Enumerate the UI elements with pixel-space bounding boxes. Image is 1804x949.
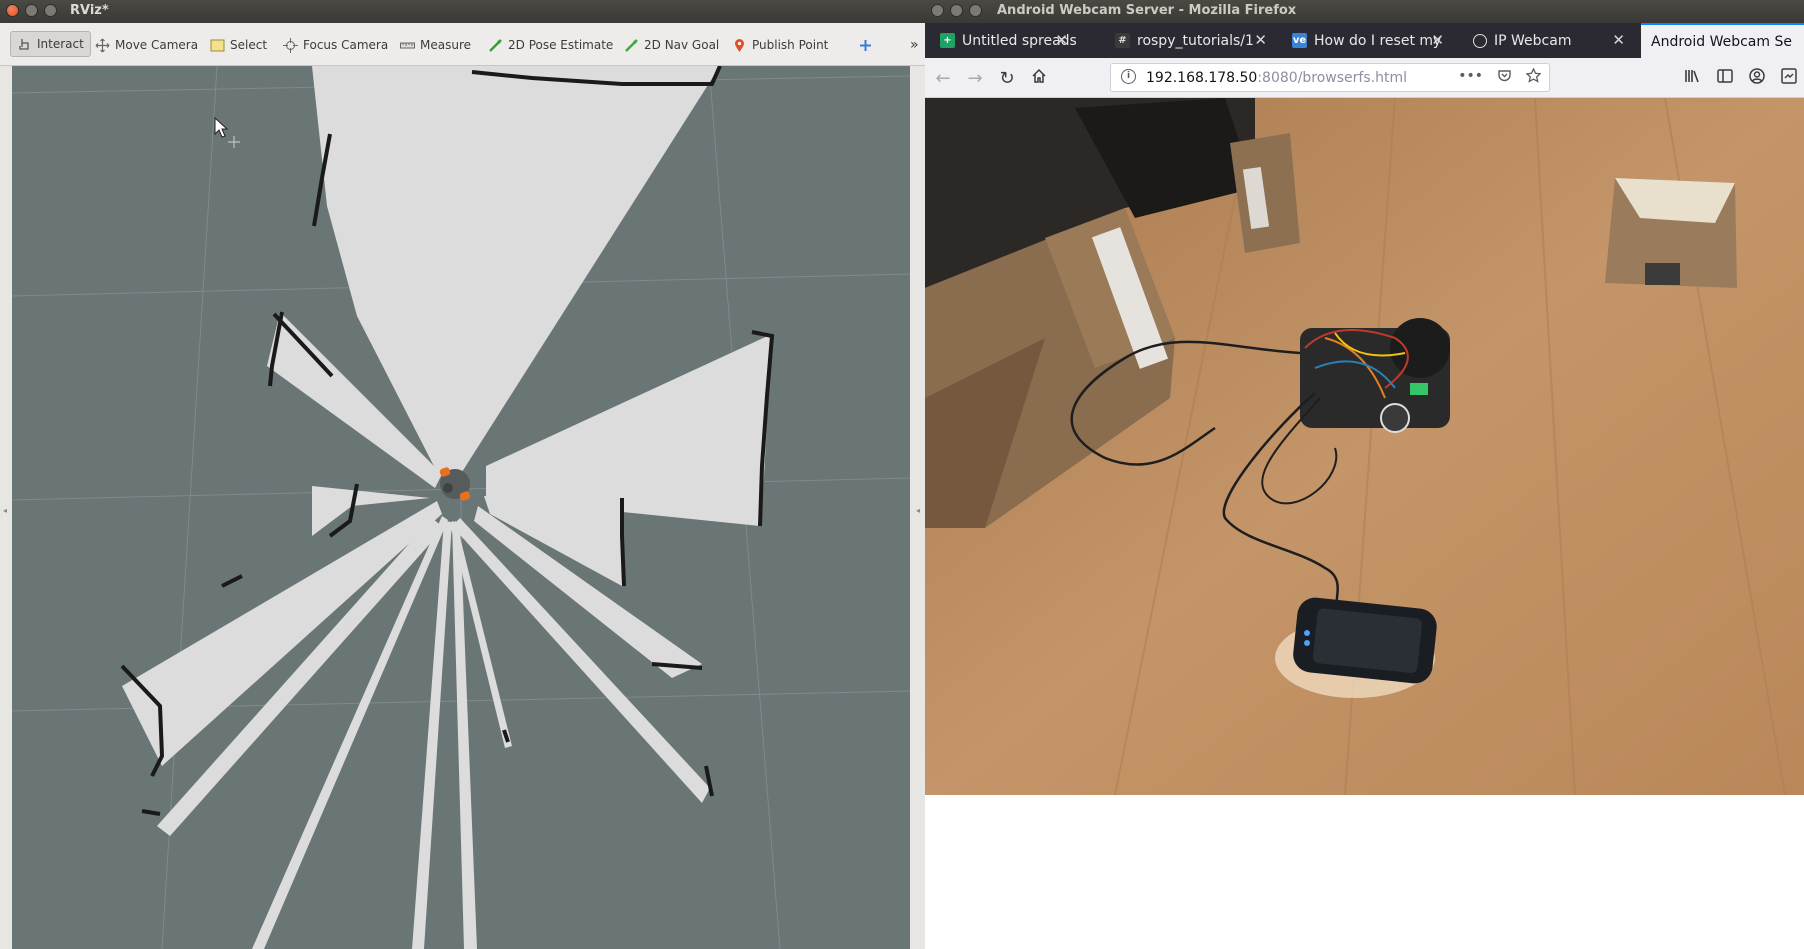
sidebar-icon[interactable] xyxy=(1716,67,1734,85)
close-tab-icon[interactable]: ✕ xyxy=(1431,31,1444,49)
pocket-icon[interactable] xyxy=(1497,68,1512,87)
toolbar-overflow-button[interactable]: » xyxy=(910,33,919,57)
home-icon xyxy=(1031,68,1047,89)
interact-tool-button[interactable]: Interact xyxy=(10,31,91,57)
select-tool-label: Select xyxy=(230,38,268,52)
screenshot-icon[interactable] xyxy=(1780,67,1798,85)
close-tab-icon[interactable]: ✕ xyxy=(1254,31,1267,49)
mouse-cursor-icon xyxy=(214,116,240,148)
publish-point-tool-button[interactable]: Publish Point xyxy=(732,33,828,57)
close-tab-icon[interactable]: ✕ xyxy=(1612,31,1625,49)
maximize-window-button[interactable] xyxy=(44,4,57,17)
ve-icon: ve xyxy=(1292,33,1307,48)
page-actions-button[interactable]: ••• xyxy=(1458,68,1483,87)
pose-estimate-tool-button[interactable]: 2D Pose Estimate xyxy=(488,33,613,57)
back-button[interactable]: ← xyxy=(931,66,955,90)
pose-estimate-icon xyxy=(488,38,503,53)
arrow-left-icon: ← xyxy=(935,67,951,89)
pose-estimate-tool-label: 2D Pose Estimate xyxy=(508,38,614,52)
move-camera-icon xyxy=(95,38,110,53)
firefox-window-title: Android Webcam Server - Mozilla Firefox xyxy=(997,3,1297,18)
tab-untitled-spreadsheet[interactable]: + Untitled spreadsh ✕ xyxy=(930,23,1076,58)
webcam-icon xyxy=(1473,33,1487,48)
close-window-button[interactable] xyxy=(6,4,19,17)
firefox-titlebar: Android Webcam Server - Mozilla Firefox xyxy=(925,0,1804,23)
webcam-scene xyxy=(925,98,1804,795)
url-text: 192.168.178.50:8080/browserfs.html xyxy=(1146,70,1407,86)
firefox-window: Android Webcam Server - Mozilla Firefox … xyxy=(925,0,1804,949)
rviz-3d-viewport[interactable] xyxy=(12,66,910,949)
add-tool-button[interactable] xyxy=(858,33,873,57)
tab-rospy-tutorials[interactable]: # rospy_tutorials/1 ✕ xyxy=(1105,23,1275,58)
rviz-titlebar: RViz* xyxy=(0,0,925,23)
maximize-window-button[interactable] xyxy=(969,4,982,17)
sheets-icon: + xyxy=(940,33,955,48)
measure-tool-label: Measure xyxy=(420,38,471,52)
nav-goal-tool-button[interactable]: 2D Nav Goal xyxy=(624,33,719,57)
interact-tool-label: Interact xyxy=(37,37,84,51)
chevron-right-icon: ◂ xyxy=(916,506,921,515)
tab-ip-webcam[interactable]: IP Webcam ✕ xyxy=(1463,23,1633,58)
home-button[interactable] xyxy=(1027,66,1051,90)
reload-icon: ↻ xyxy=(999,67,1015,89)
publish-point-icon xyxy=(732,38,747,53)
publish-point-tool-label: Publish Point xyxy=(752,38,829,52)
select-icon xyxy=(210,38,225,53)
url-path: :8080/browserfs.html xyxy=(1257,70,1407,86)
focus-camera-tool-label: Focus Camera xyxy=(303,38,389,52)
github-grid-icon: # xyxy=(1115,33,1130,48)
minimize-window-button[interactable] xyxy=(950,4,963,17)
plus-icon xyxy=(858,38,873,53)
measure-tool-button[interactable]: Measure xyxy=(400,33,471,57)
account-icon[interactable] xyxy=(1748,67,1766,85)
forward-button[interactable]: → xyxy=(963,66,987,90)
measure-icon xyxy=(400,38,415,53)
close-tab-icon[interactable]: ✕ xyxy=(1055,31,1068,49)
rviz-window: RViz* Interact Move Camera Select Focus … xyxy=(0,0,925,949)
occupancy-map xyxy=(12,66,910,949)
webcam-stream-image xyxy=(925,98,1804,795)
bookmark-star-icon[interactable] xyxy=(1525,67,1542,87)
tab-title: How do I reset my xyxy=(1314,32,1442,49)
free-space xyxy=(122,66,772,949)
nav-goal-icon xyxy=(624,38,639,53)
arrow-right-icon: → xyxy=(967,67,983,89)
close-window-button[interactable] xyxy=(931,4,944,17)
tab-android-webcam-server[interactable]: Android Webcam Se xyxy=(1641,23,1804,58)
tab-strip: + Untitled spreadsh ✕ # rospy_tutorials/… xyxy=(925,23,1804,58)
rviz-window-title: RViz* xyxy=(70,3,109,18)
power-bank-photo xyxy=(1275,597,1437,698)
chevron-left-icon: ◂ xyxy=(3,506,8,515)
robot-photo xyxy=(1300,318,1450,433)
url-bar[interactable]: i 192.168.178.50:8080/browserfs.html ••• xyxy=(1110,63,1550,92)
tab-title: IP Webcam xyxy=(1494,32,1572,49)
move-camera-tool-label: Move Camera xyxy=(115,38,199,52)
nav-goal-tool-label: 2D Nav Goal xyxy=(644,38,720,52)
robot-model xyxy=(439,467,471,501)
tab-title: Android Webcam Se xyxy=(1651,33,1792,50)
reload-button[interactable]: ↻ xyxy=(995,66,1019,90)
select-tool-button[interactable]: Select xyxy=(210,33,267,57)
navigation-bar: ← → ↻ i 192.168.178.50:8080/browserfs.ht… xyxy=(925,58,1804,98)
move-camera-tool-button[interactable]: Move Camera xyxy=(95,33,198,57)
left-panel-handle[interactable]: ◂ xyxy=(0,66,12,949)
rviz-toolbar: Interact Move Camera Select Focus Camera… xyxy=(0,23,925,66)
info-icon[interactable]: i xyxy=(1121,69,1136,84)
library-icon[interactable] xyxy=(1684,67,1702,85)
tab-how-do-i-reset[interactable]: ve How do I reset my ✕ xyxy=(1282,23,1452,58)
tab-title: rospy_tutorials/1 xyxy=(1137,32,1254,49)
minimize-window-button[interactable] xyxy=(25,4,38,17)
focus-camera-icon xyxy=(283,37,298,53)
url-host: 192.168.178.50 xyxy=(1146,70,1258,86)
interact-icon xyxy=(17,37,32,52)
right-panel-handle[interactable]: ◂ xyxy=(910,66,925,949)
focus-camera-tool-button[interactable]: Focus Camera xyxy=(283,33,388,57)
